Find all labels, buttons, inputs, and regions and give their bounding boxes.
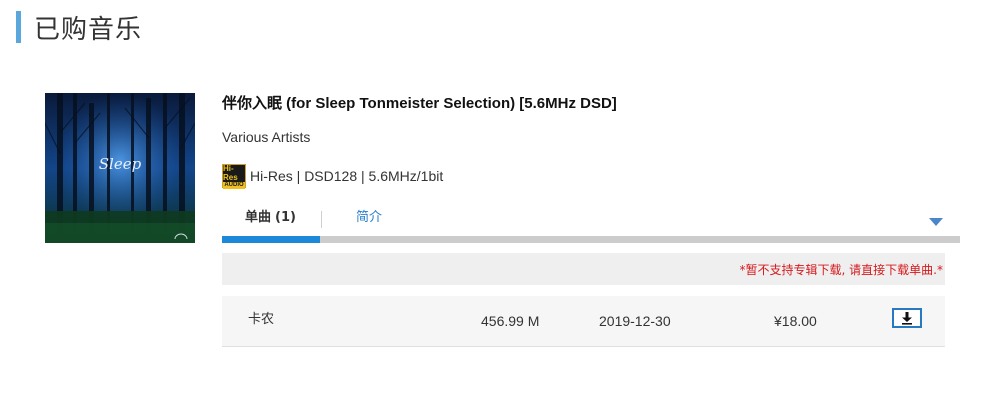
tab-tracks-label: 单曲 [245, 210, 272, 225]
album-cover[interactable]: Sleep [45, 93, 195, 243]
track-price: ¥18.00 [774, 313, 817, 329]
tab-active-indicator [222, 236, 320, 243]
download-button[interactable] [892, 308, 922, 328]
track-row[interactable]: 卡农 456.99 M 2019-12-30 ¥18.00 [222, 296, 945, 347]
album-cover-text: Sleep [99, 155, 142, 173]
track-size: 456.99 M [481, 313, 540, 329]
hires-badge-line1: Hi-Res [223, 163, 238, 182]
format-text: Hi-Res | DSD128 | 5.6MHz/1bit [250, 168, 444, 184]
track-date: 2019-12-30 [599, 313, 671, 329]
tab-divider [321, 211, 322, 228]
page-title: 已购音乐 [34, 14, 143, 45]
page-header: 已购音乐 [16, 10, 143, 45]
tab-tracks[interactable]: 单曲 (1) [245, 205, 296, 235]
album-title[interactable]: 伴你入眠 (for Sleep Tonmeister Selection) [5… [222, 92, 617, 113]
tab-intro[interactable]: 简介 [356, 205, 382, 235]
tab-underline-track [222, 236, 960, 243]
tab-tracks-count: (1) [275, 210, 296, 225]
track-name[interactable]: 卡农 [248, 308, 274, 327]
notice-bar: *暂不支持专辑下载, 请直接下载单曲.* [222, 253, 945, 285]
download-icon [902, 312, 912, 325]
hires-badge-line2: AUDIO [223, 181, 245, 189]
album-artist[interactable]: Various Artists [222, 129, 310, 145]
notice-text: *暂不支持专辑下载, 请直接下载单曲.* [739, 263, 943, 277]
triangle-down-icon[interactable] [929, 218, 943, 226]
format-info: Hi-Res AUDIO Hi-Res | DSD128 | 5.6MHz/1b… [222, 163, 444, 189]
hires-audio-icon: Hi-Res AUDIO [222, 163, 246, 189]
title-accent-bar [16, 11, 21, 43]
album-tabs: 单曲 (1) 简介 [222, 205, 960, 243]
